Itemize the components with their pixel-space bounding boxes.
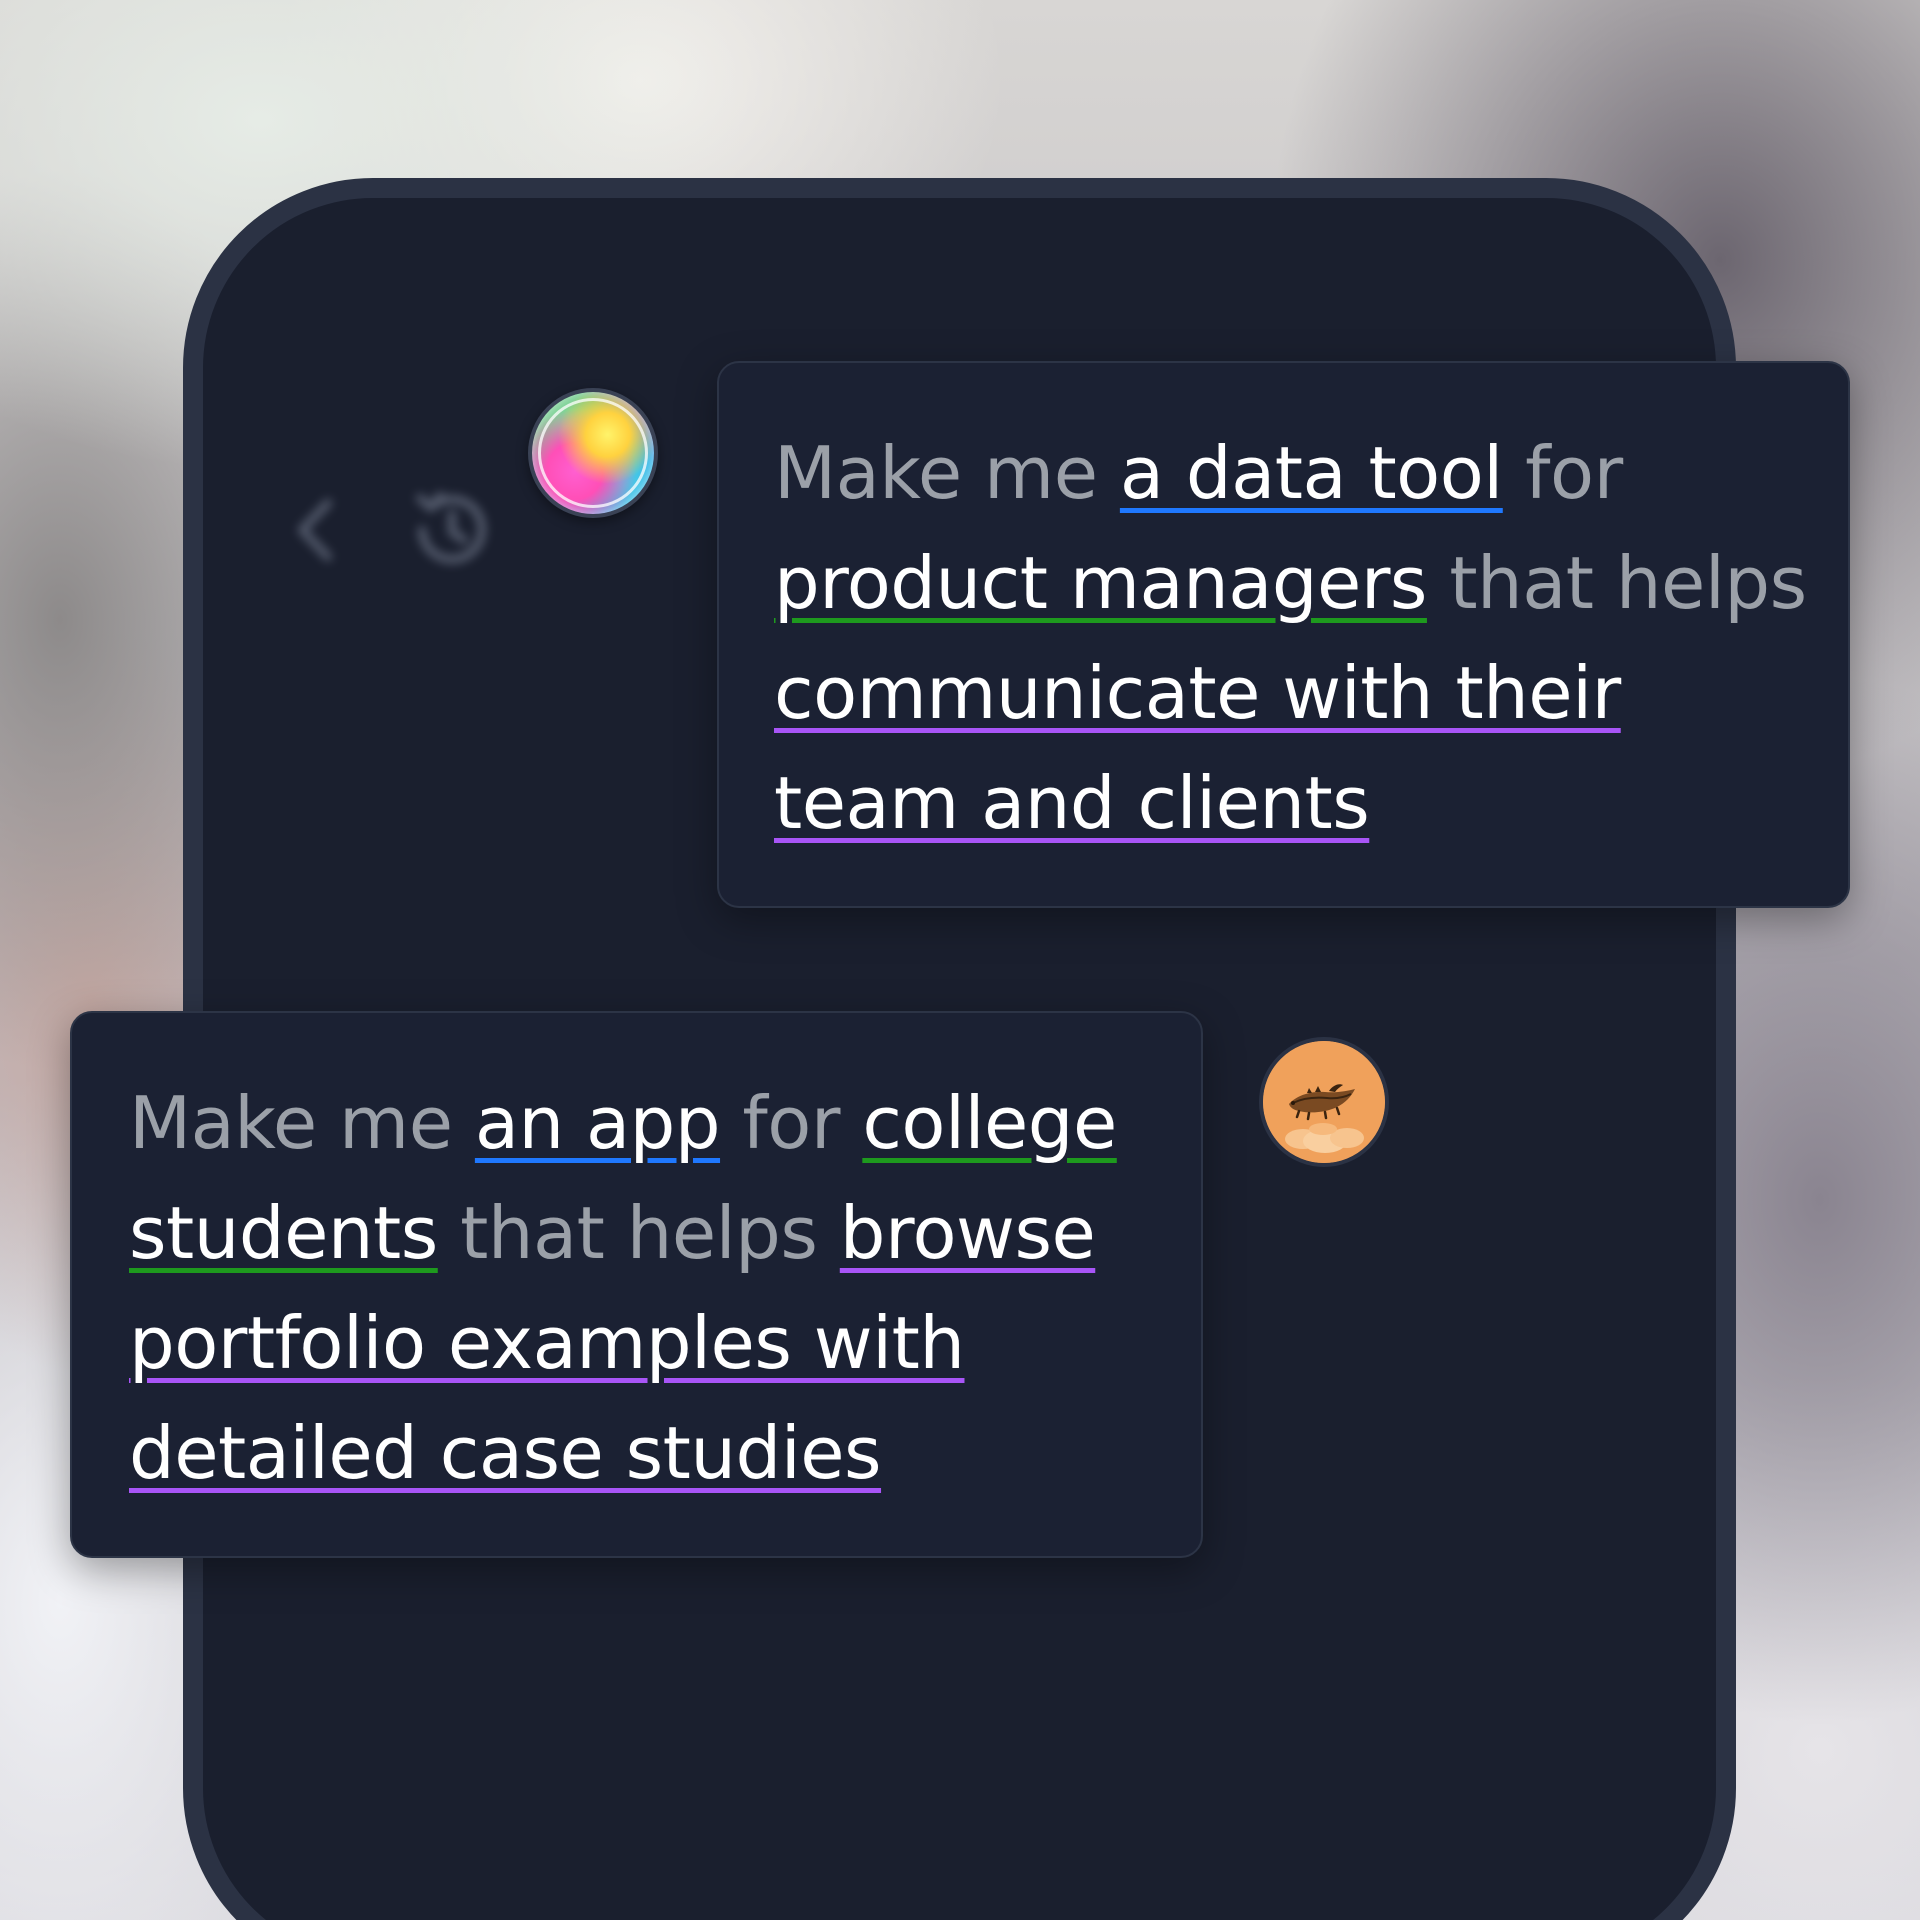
chevron-left-icon[interactable] <box>290 495 340 565</box>
user-segment-plain-3: that helps <box>437 1191 840 1275</box>
ai-message-bubble: Make me a data tool for product managers… <box>717 361 1850 908</box>
ai-message-text: Make me a data tool for product managers… <box>774 418 1808 858</box>
ai-segment-plain-1: Make me <box>774 431 1120 515</box>
ai-avatar-orb-icon <box>528 388 658 518</box>
ai-segment-goal: communicate with their team and clients <box>774 651 1621 845</box>
user-segment-plain-1: Make me <box>129 1081 475 1165</box>
history-icon[interactable] <box>400 480 500 580</box>
user-segment-plain-2: for <box>720 1081 863 1165</box>
user-message-text: Make me an app for college students that… <box>129 1068 1161 1508</box>
ai-segment-plain-2: for <box>1502 431 1623 515</box>
user-message-bubble: Make me an app for college students that… <box>70 1011 1203 1558</box>
ai-segment-audience: product managers <box>774 541 1427 625</box>
ai-segment-plain-3: that helps <box>1426 541 1807 625</box>
user-avatar-bison-icon <box>1259 1037 1389 1167</box>
ai-segment-tool-type: a data tool <box>1119 431 1503 515</box>
blurred-header-icons <box>290 480 500 580</box>
user-segment-tool-type: an app <box>474 1081 721 1165</box>
